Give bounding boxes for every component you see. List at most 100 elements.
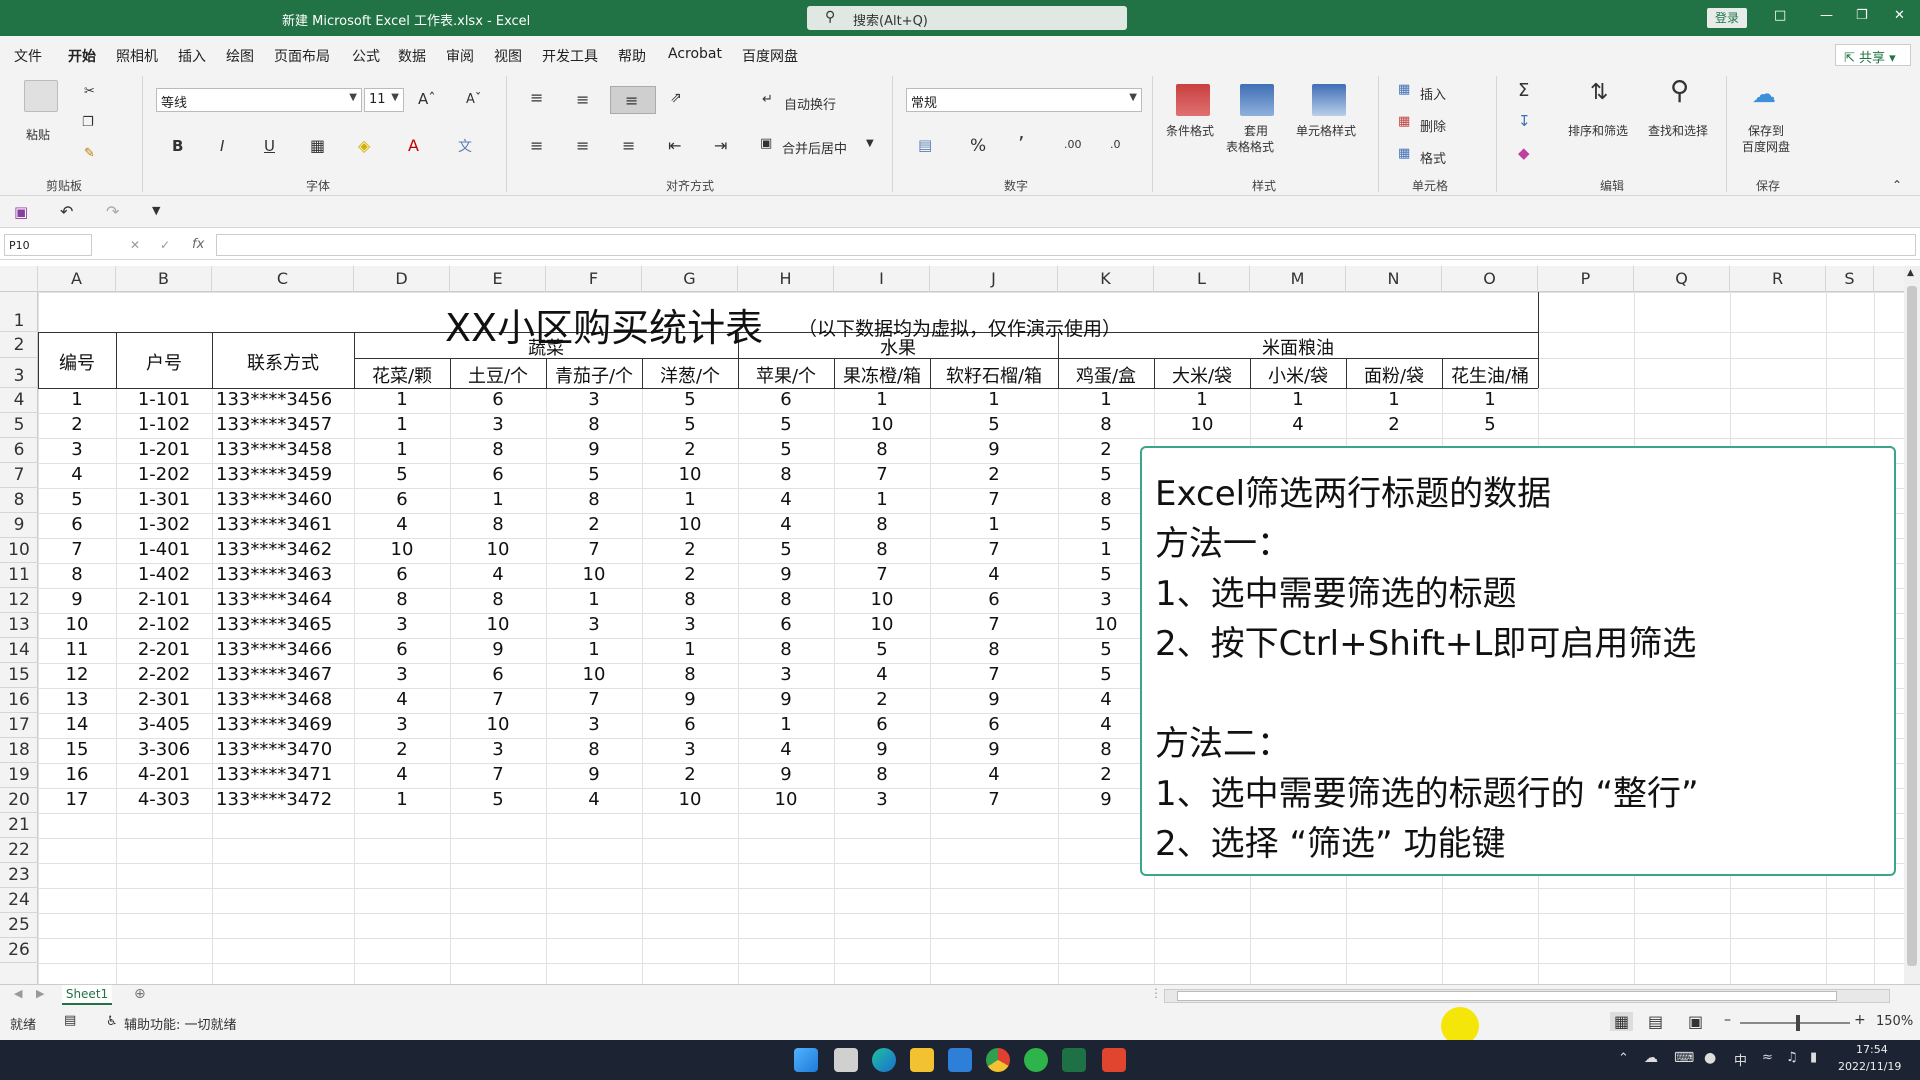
- redo-icon[interactable]: ↷: [106, 202, 119, 221]
- wechat-icon[interactable]: [1024, 1048, 1048, 1072]
- cell[interactable]: 6: [450, 464, 546, 489]
- row-header-11[interactable]: 11: [0, 563, 38, 588]
- font-size-combo[interactable]: 11 ▼: [364, 88, 404, 112]
- cell[interactable]: 8: [1058, 414, 1154, 439]
- row-header-23[interactable]: 23: [0, 863, 38, 888]
- cell[interactable]: 1: [834, 489, 930, 514]
- row-header-6[interactable]: 6: [0, 438, 38, 463]
- cell[interactable]: 5: [642, 414, 738, 439]
- header-item[interactable]: 大米/袋: [1154, 362, 1250, 388]
- format-cells-button[interactable]: 格式: [1420, 148, 1446, 167]
- cell[interactable]: 7: [930, 614, 1058, 639]
- header-item[interactable]: 鸡蛋/盒: [1058, 362, 1154, 388]
- number-format-combo[interactable]: 常规 ▼: [906, 88, 1142, 112]
- cell[interactable]: 1: [738, 714, 834, 739]
- row-header-4[interactable]: 4: [0, 388, 38, 413]
- ime-indicator[interactable]: 中: [1734, 1050, 1747, 1069]
- cell[interactable]: 11: [38, 639, 116, 664]
- cell[interactable]: 3-306: [116, 739, 212, 764]
- table-format-label-2[interactable]: 表格格式: [1226, 138, 1274, 155]
- header-item[interactable]: 花菜/颗: [354, 362, 450, 388]
- restore-icon[interactable]: ❐: [1856, 8, 1868, 23]
- wrap-text-button[interactable]: 自动换行: [784, 94, 836, 113]
- menu-page-layout[interactable]: 页面布局: [274, 46, 330, 66]
- align-left-icon[interactable]: ≡: [530, 136, 543, 155]
- cell[interactable]: 4: [930, 564, 1058, 589]
- close-icon[interactable]: ✕: [1894, 8, 1905, 23]
- cell[interactable]: 3: [450, 739, 546, 764]
- cell[interactable]: 3: [546, 714, 642, 739]
- cell[interactable]: 2: [642, 539, 738, 564]
- tray-chevron-icon[interactable]: ⌃: [1618, 1051, 1629, 1066]
- cell[interactable]: 133****3468: [212, 689, 354, 714]
- cell[interactable]: 1: [38, 389, 116, 414]
- cell[interactable]: 1: [354, 439, 450, 464]
- recorder-icon[interactable]: [1102, 1048, 1126, 1072]
- table-format-label-1[interactable]: 套用: [1244, 122, 1268, 139]
- cell[interactable]: 3: [354, 614, 450, 639]
- cell[interactable]: 13: [38, 689, 116, 714]
- cell[interactable]: 133****3458: [212, 439, 354, 464]
- cell[interactable]: 133****3460: [212, 489, 354, 514]
- cell[interactable]: 16: [38, 764, 116, 789]
- cell[interactable]: 6: [38, 514, 116, 539]
- insert-cells-button[interactable]: 插入: [1420, 84, 1446, 103]
- menu-formulas[interactable]: 公式: [352, 46, 380, 66]
- column-header-j[interactable]: J: [930, 266, 1058, 292]
- zoom-in-icon[interactable]: +: [1854, 1012, 1866, 1028]
- header-item[interactable]: 土豆/个: [450, 362, 546, 388]
- cell[interactable]: 8: [834, 514, 930, 539]
- normal-view-icon[interactable]: ▦: [1610, 1012, 1634, 1031]
- cell[interactable]: 8: [738, 589, 834, 614]
- clock-time[interactable]: 17:54: [1856, 1043, 1888, 1056]
- row-header-3[interactable]: 3: [0, 358, 38, 388]
- align-bottom-button[interactable]: ≡: [610, 86, 656, 114]
- cell[interactable]: 10: [546, 564, 642, 589]
- zoom-slider[interactable]: [1740, 1022, 1850, 1024]
- cell[interactable]: 10: [642, 789, 738, 814]
- cell[interactable]: 1: [642, 639, 738, 664]
- header-item[interactable]: 苹果/个: [738, 362, 834, 388]
- file-explorer-icon[interactable]: [910, 1048, 934, 1072]
- baidu-cloud-icon[interactable]: ☁: [1752, 80, 1776, 108]
- add-sheet-icon[interactable]: ⊕: [134, 986, 146, 1002]
- row-header-7[interactable]: 7: [0, 463, 38, 488]
- column-header-p[interactable]: P: [1538, 266, 1634, 292]
- cell[interactable]: 15: [38, 739, 116, 764]
- cell[interactable]: 10: [1154, 414, 1250, 439]
- cell[interactable]: 9: [738, 764, 834, 789]
- cell[interactable]: 6: [930, 714, 1058, 739]
- onedrive-icon[interactable]: ☁: [1644, 1050, 1658, 1066]
- header-grain-oil[interactable]: 米面粮油: [1058, 334, 1538, 360]
- table-format-icon[interactable]: [1240, 84, 1274, 116]
- cell[interactable]: 6: [738, 389, 834, 414]
- title-merged-cell[interactable]: [39, 293, 1538, 332]
- header-item[interactable]: 软籽石榴/箱: [930, 362, 1058, 388]
- autosum-icon[interactable]: Σ: [1518, 80, 1529, 101]
- vertical-scroll-thumb[interactable]: [1907, 286, 1917, 966]
- select-all-corner[interactable]: [0, 266, 38, 292]
- cell[interactable]: 10: [546, 664, 642, 689]
- keyboard-icon[interactable]: ⌨: [1674, 1050, 1694, 1066]
- cell[interactable]: 4: [354, 764, 450, 789]
- cell-styles-icon[interactable]: [1312, 84, 1346, 116]
- row-header-14[interactable]: 14: [0, 638, 38, 663]
- font-name-combo[interactable]: 等线 ▼: [156, 88, 362, 112]
- cell[interactable]: 10: [450, 539, 546, 564]
- chrome-icon[interactable]: [986, 1048, 1010, 1072]
- row-header-18[interactable]: 18: [0, 738, 38, 763]
- cell[interactable]: 8: [738, 639, 834, 664]
- cell[interactable]: 8: [450, 589, 546, 614]
- menu-file[interactable]: 文件: [14, 46, 42, 66]
- cell[interactable]: 5: [738, 539, 834, 564]
- row-header-15[interactable]: 15: [0, 663, 38, 688]
- cell[interactable]: 3: [354, 714, 450, 739]
- cell[interactable]: 1: [1442, 389, 1538, 414]
- cell[interactable]: 1: [450, 489, 546, 514]
- header-item[interactable]: 果冻橙/箱: [834, 362, 930, 388]
- cell[interactable]: 5: [354, 464, 450, 489]
- cell[interactable]: 8: [930, 639, 1058, 664]
- cell[interactable]: 6: [738, 614, 834, 639]
- cell[interactable]: 7: [930, 664, 1058, 689]
- menu-data[interactable]: 数据: [398, 46, 426, 66]
